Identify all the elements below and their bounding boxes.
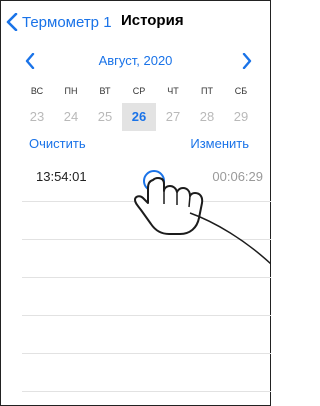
weekday-label: ВС — [30, 86, 44, 96]
chevron-left-icon — [6, 13, 18, 31]
calendar-day[interactable]: 25 — [88, 103, 122, 131]
weekday-header: ВС ПН ВТ СР ЧТ ПТ СБ — [20, 83, 258, 99]
list-item[interactable]: 13:54:01 00:06:29 — [22, 156, 271, 202]
list-item-empty — [22, 202, 271, 240]
list-item-empty — [22, 278, 271, 316]
list-item-empty — [22, 354, 271, 392]
list-item-empty — [22, 240, 271, 278]
weekday-label: ЧТ — [167, 86, 179, 96]
calendar-day[interactable]: 29 — [224, 103, 258, 131]
chevron-right-icon — [242, 53, 252, 69]
calendar-day-selected[interactable]: 26 — [122, 103, 156, 131]
weekday-label: СР — [132, 86, 146, 96]
navigation-bar: Термометр 1 История — [0, 0, 271, 44]
edit-button[interactable]: Изменить — [190, 136, 249, 151]
weekday-label: ПТ — [201, 86, 213, 96]
weekday-label: СБ — [234, 86, 248, 96]
back-button-label: Термометр 1 — [22, 13, 112, 31]
calendar-day[interactable]: 23 — [20, 103, 54, 131]
record-duration: 00:06:29 — [212, 169, 263, 184]
next-month-button[interactable] — [237, 50, 257, 72]
record-time: 13:54:01 — [36, 169, 87, 184]
clear-button[interactable]: Очистить — [29, 136, 86, 151]
calendar-day[interactable]: 27 — [156, 103, 190, 131]
week-days: 23 24 25 26 27 28 29 — [20, 103, 258, 131]
history-actions: Очистить Изменить — [0, 134, 271, 156]
weekday-label: ПН — [64, 86, 78, 96]
weekday-label: ВТ — [99, 86, 111, 96]
back-button[interactable]: Термометр 1 — [6, 9, 112, 35]
calendar-day[interactable]: 28 — [190, 103, 224, 131]
history-list: 13:54:01 00:06:29 — [0, 156, 271, 392]
list-item-empty — [22, 316, 271, 354]
page-title: История — [121, 12, 184, 29]
month-selector: Август, 2020 — [0, 48, 271, 74]
month-label: Август, 2020 — [98, 53, 173, 68]
calendar-day[interactable]: 24 — [54, 103, 88, 131]
